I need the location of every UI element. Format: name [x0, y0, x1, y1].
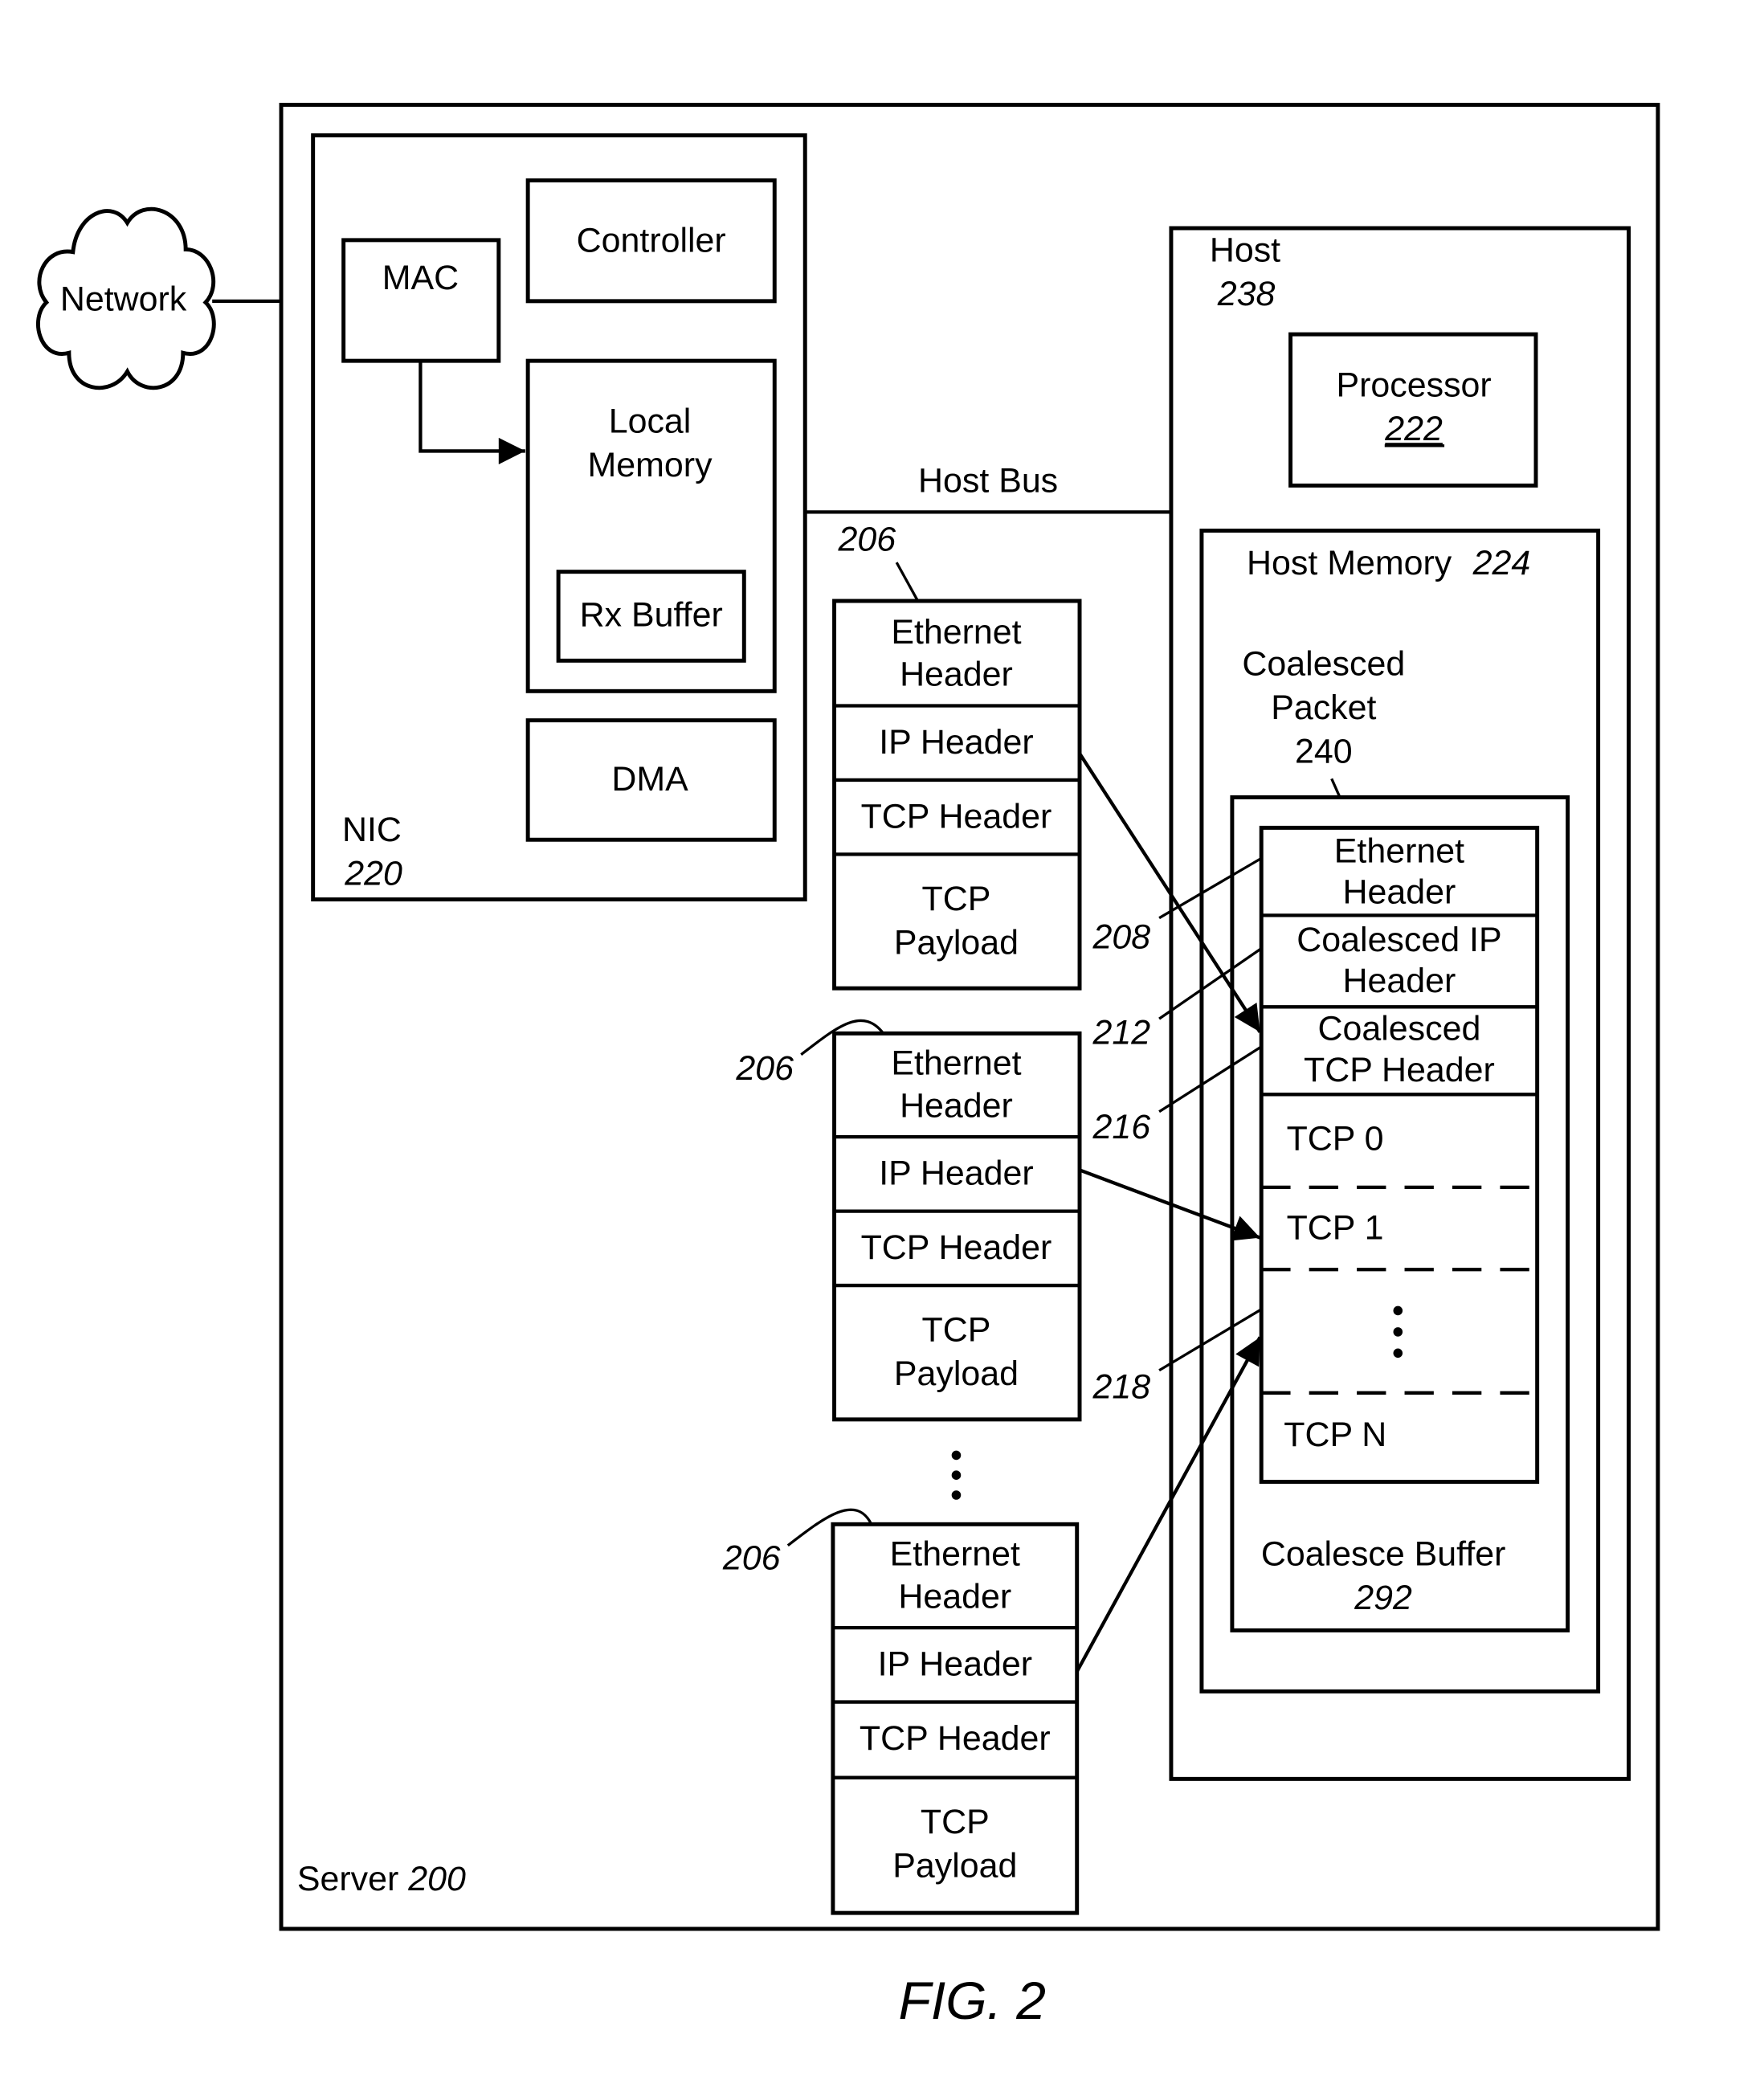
eth-header-line2: Header [900, 656, 1013, 694]
packet-ref: 206 [735, 1049, 794, 1088]
host-label: Host [1210, 231, 1280, 269]
ref-208: 208 [1092, 918, 1151, 957]
segment-tcp-n: TCP N [1284, 1416, 1386, 1454]
coalesced-eth-header-line1: Ethernet [1334, 831, 1464, 870]
tcp-header: TCP Header [861, 797, 1052, 836]
ellipsis-dot [1393, 1327, 1403, 1337]
ref-216: 216 [1092, 1108, 1151, 1146]
coalesced-tcp-header-line1: Coalesced [1318, 1010, 1481, 1048]
coalesced-packet-ref: 240 [1295, 732, 1353, 770]
host-bus-label: Host Bus [918, 462, 1058, 501]
host-memory-label: Host Memory 224 [1247, 544, 1530, 582]
coalesce-buffer-label: Coalesce Buffer [1261, 1534, 1506, 1573]
ellipsis-dot [951, 1450, 962, 1461]
nic-label: NIC [342, 811, 402, 849]
coalesced-tcp-header-line2: TCP Header [1304, 1051, 1495, 1089]
figure-caption: FIG. 2 [899, 1971, 1046, 2030]
dma-label: DMA [611, 760, 688, 799]
eth-header-line2: Header [900, 1086, 1013, 1125]
processor-ref: 222 [1384, 410, 1443, 448]
segment-tcp-0: TCP 0 [1287, 1120, 1384, 1158]
local-memory-label-line1: Local [609, 402, 692, 440]
ip-header: IP Header [878, 1645, 1032, 1684]
controller-label: Controller [577, 222, 726, 260]
eth-header-line1: Ethernet [891, 1044, 1021, 1083]
tcp-payload-line1: TCP [922, 880, 991, 918]
coalesced-eth-header-line2: Header [1343, 873, 1456, 912]
eth-header-line1: Ethernet [890, 1534, 1020, 1573]
local-memory-label-line2: Memory [588, 446, 713, 484]
tcp-payload-line1: TCP [922, 1310, 991, 1349]
nic-ref: 220 [344, 854, 402, 893]
mac-label: MAC [382, 259, 459, 297]
network-cloud: Network [35, 206, 216, 390]
tcp-header: TCP Header [861, 1228, 1052, 1267]
ellipsis-dot [1393, 1348, 1403, 1359]
ref-218: 218 [1092, 1367, 1151, 1406]
patent-diagram: Network Server 200 NIC 220 Controller MA… [35, 102, 1660, 2030]
network-label: Network [60, 280, 187, 318]
tcp-payload-line1: TCP [921, 1803, 990, 1841]
rx-buffer-label: Rx Buffer [580, 595, 723, 634]
tcp-header: TCP Header [860, 1719, 1051, 1758]
host-ref: 238 [1217, 275, 1276, 313]
packet-ref: 206 [838, 520, 896, 558]
segment-tcp-1: TCP 1 [1287, 1208, 1384, 1247]
ellipsis-dot [1393, 1305, 1403, 1316]
eth-header-line2: Header [898, 1577, 1011, 1616]
processor-label: Processor [1336, 366, 1491, 405]
coalesce-buffer-ref: 292 [1354, 1579, 1412, 1617]
tcp-payload-line2: Payload [892, 1847, 1017, 1886]
packet-ref: 206 [722, 1538, 781, 1577]
eth-header-line1: Ethernet [891, 613, 1021, 652]
coalesced-ip-header-line2: Header [1343, 962, 1456, 1000]
tcp-payload-line2: Payload [894, 923, 1019, 962]
coalesced-packet: Ethernet Header Coalesced IP Header Coal… [1259, 825, 1540, 1484]
server-label: Server 200 [297, 1860, 466, 1898]
ref-212: 212 [1092, 1014, 1151, 1052]
coalesced-ip-header-line1: Coalesced IP [1296, 921, 1501, 959]
ellipsis-dot [951, 1490, 962, 1500]
tcp-payload-line2: Payload [894, 1354, 1019, 1393]
coalesced-packet-label-line1: Coalesced [1242, 644, 1405, 683]
coalesced-packet-label-line2: Packet [1271, 688, 1376, 727]
ellipsis-dot [951, 1470, 962, 1480]
ip-header: IP Header [879, 723, 1033, 762]
ip-header: IP Header [879, 1154, 1033, 1193]
